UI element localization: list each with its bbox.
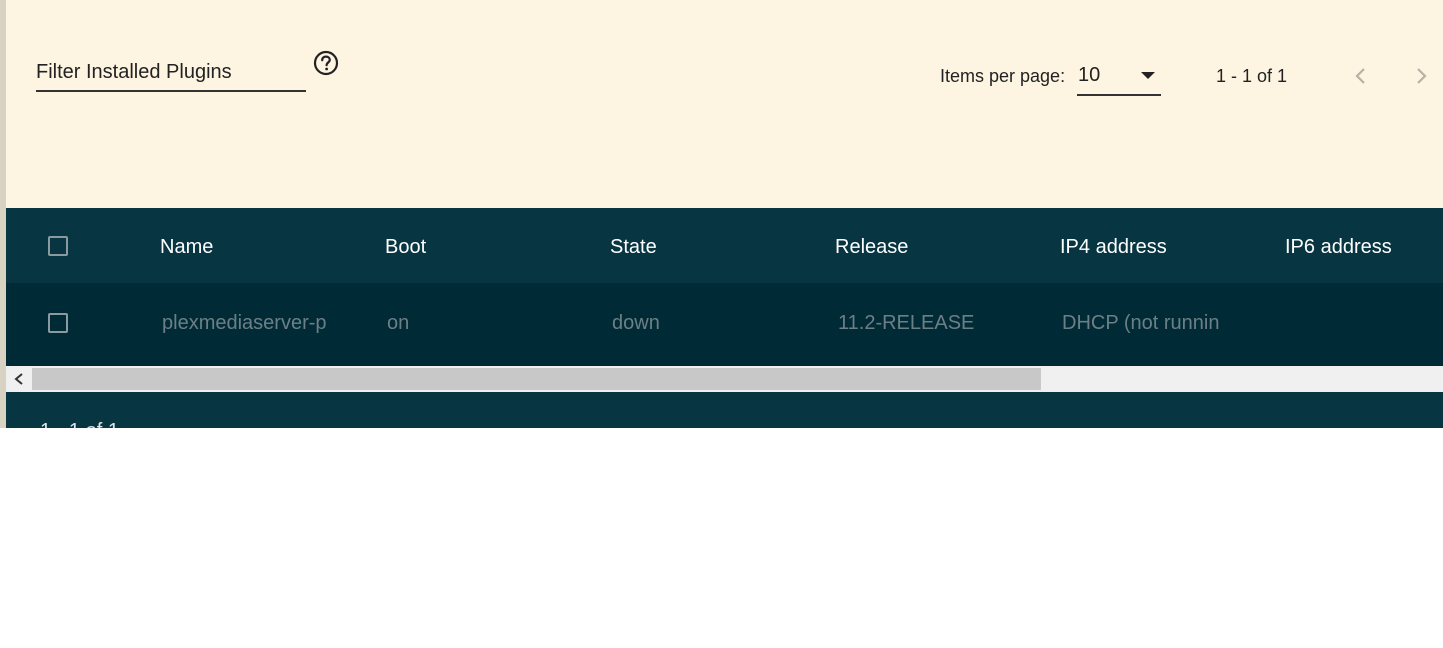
- cell-release: 11.2-RELEASE: [838, 312, 975, 334]
- filter-field[interactable]: [36, 50, 306, 92]
- pagination-range: 1 - 1 of 1: [1216, 66, 1288, 86]
- cell-name: plexmediaserver-p: [162, 312, 327, 334]
- column-header-release[interactable]: Release: [835, 236, 908, 259]
- items-per-page-select[interactable]: 10: [1077, 60, 1161, 96]
- column-header-name[interactable]: Name: [160, 236, 213, 259]
- scroll-left-arrow-icon: [14, 373, 23, 385]
- items-per-page-label: Items per page:: [940, 66, 1066, 86]
- chevron-right-icon: [1417, 68, 1427, 84]
- previous-page-button[interactable]: [1347, 62, 1375, 90]
- row-select-checkbox[interactable]: [48, 313, 68, 333]
- cell-ip4: DHCP (not runnin: [1062, 312, 1220, 334]
- select-all-checkbox[interactable]: [48, 236, 68, 256]
- column-header-ip6[interactable]: IP6 address: [1285, 236, 1392, 259]
- items-per-page-value: 10: [1078, 64, 1101, 86]
- table-footer: 1 - 1 of 1: [6, 392, 1443, 428]
- footer-range-label: 1 - 1 of 1: [40, 420, 119, 428]
- column-header-state[interactable]: State: [610, 236, 657, 259]
- filter-input[interactable]: [36, 58, 306, 86]
- column-header-ip4[interactable]: IP4 address: [1060, 236, 1167, 259]
- caret-down-icon: [1141, 72, 1155, 79]
- cell-state: down: [612, 312, 660, 334]
- scrollbar-thumb[interactable]: [32, 368, 1041, 390]
- scroll-left-button[interactable]: [6, 366, 32, 392]
- table-row[interactable]: plexmediaserver-p on down 11.2-RELEASE D…: [6, 283, 1443, 366]
- column-header-boot[interactable]: Boot: [385, 236, 426, 259]
- chevron-left-icon: [1355, 68, 1365, 84]
- table-toolbar: Items per page: 10 1 - 1 of 1: [6, 0, 1443, 208]
- cell-boot: on: [387, 312, 410, 334]
- table-header-row: Name Boot State Release IP4 address IP6 …: [6, 208, 1443, 283]
- help-circle-icon[interactable]: [313, 50, 339, 76]
- next-page-button[interactable]: [1407, 62, 1435, 90]
- horizontal-scrollbar[interactable]: [6, 366, 1443, 392]
